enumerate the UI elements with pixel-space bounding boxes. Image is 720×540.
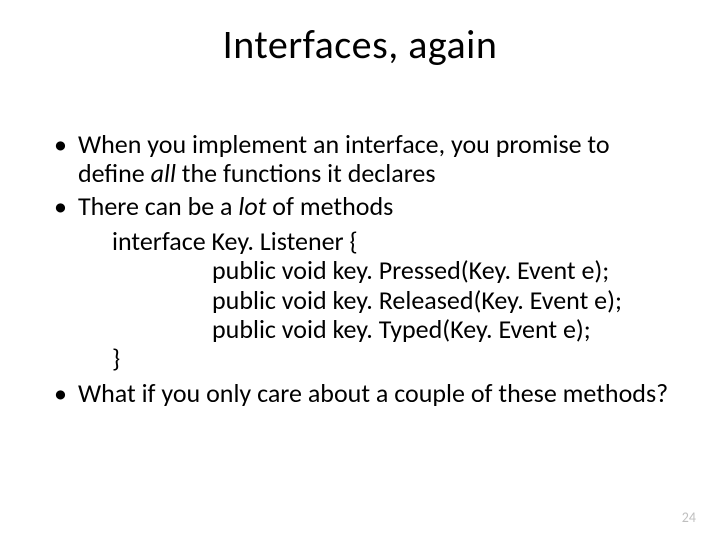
bullet-3-text: What if you only care about a couple of …	[78, 377, 668, 409]
code-line-1: interface Key. Listener {	[112, 227, 680, 256]
code-line-4: public void key. Typed(Key. Event e);	[112, 315, 680, 344]
bullet-1-emph: all	[151, 157, 176, 189]
bullet-2-text-b: of methods	[266, 190, 393, 222]
bullet-2-emph: lot	[238, 190, 266, 222]
bullet-2: There can be a lot of methods	[50, 192, 680, 221]
code-line-3: public void key. Released(Key. Event e);	[112, 286, 680, 315]
bullet-2-text-a: There can be a	[78, 190, 238, 222]
code-line-2: public void key. Pressed(Key. Event e);	[112, 256, 680, 285]
slide-title: Interfaces, again	[0, 20, 720, 69]
code-line-5: }	[112, 344, 680, 373]
bullet-1-text-b: the functions it declares	[176, 157, 436, 189]
slide: Interfaces, again When you implement an …	[0, 0, 720, 540]
code-block: interface Key. Listener { public void ke…	[112, 227, 680, 373]
bullet-1: When you implement an interface, you pro…	[50, 130, 680, 188]
slide-body: When you implement an interface, you pro…	[50, 130, 680, 412]
page-number: 24	[682, 509, 696, 526]
bullet-3: What if you only care about a couple of …	[50, 379, 680, 408]
